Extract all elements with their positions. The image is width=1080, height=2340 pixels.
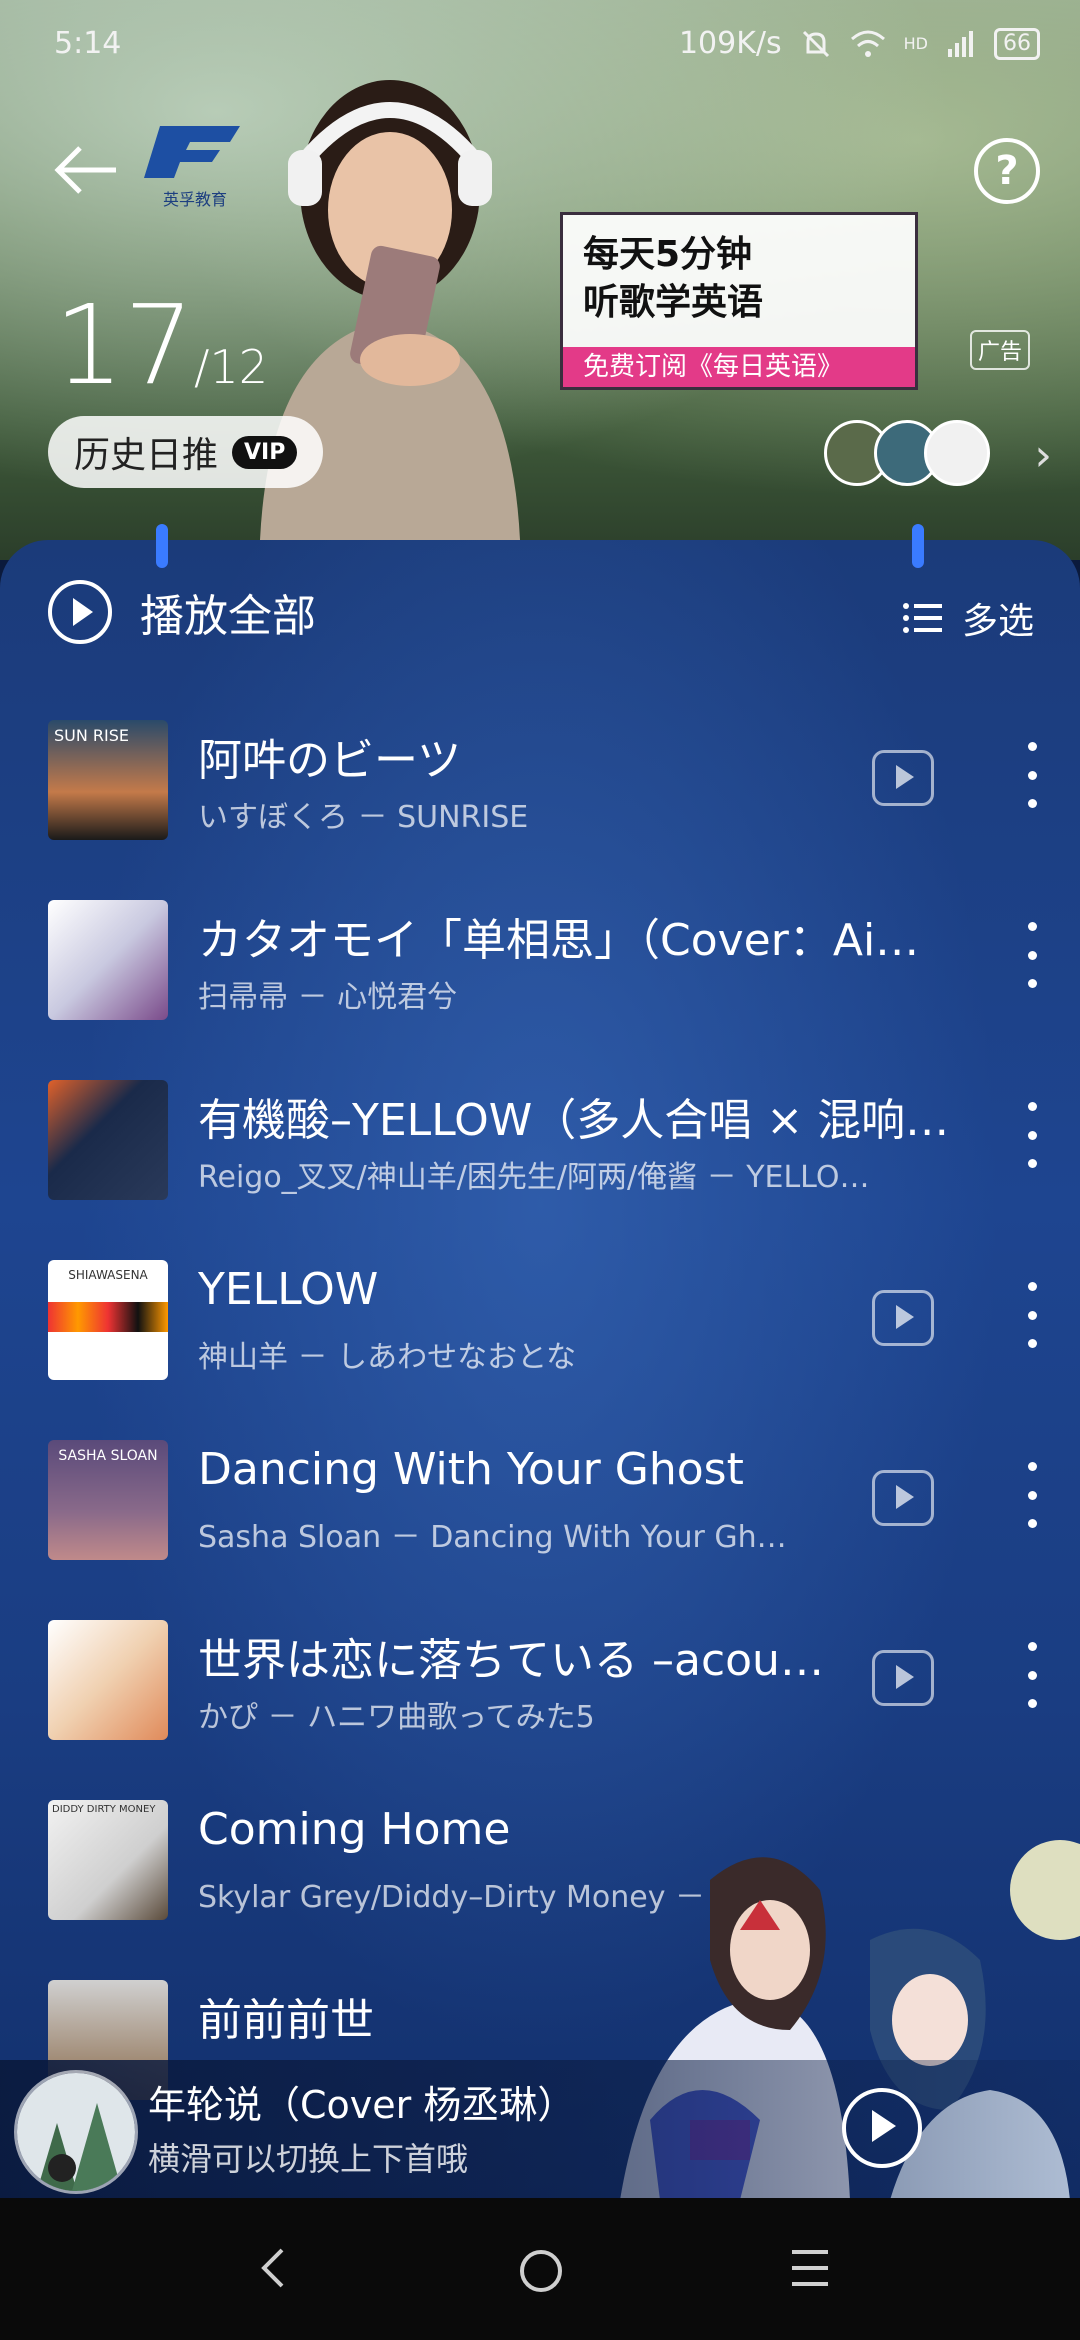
song-subtitle: 神山羊 － しあわせなおとな xyxy=(198,1340,577,1375)
status-time: 5:14 xyxy=(54,26,122,61)
mv-play-button[interactable] xyxy=(872,750,934,806)
mv-play-button[interactable] xyxy=(872,1650,934,1706)
song-row[interactable]: SHIAWASENA YELLOW 神山羊 － しあわせなおとな xyxy=(0,1260,1080,1440)
bell-mute-icon xyxy=(802,30,829,57)
song-row[interactable]: 有機酸–YELLOW（多人合唱 × 混响… Reigo_叉叉/神山羊/困先生/阿… xyxy=(0,1080,1080,1260)
mini-player-title: 年轮说（Cover 杨丞琳） xyxy=(148,2083,576,2127)
song-title: Dancing With Your Ghost xyxy=(198,1444,744,1495)
more-options-icon[interactable] xyxy=(1022,742,1042,808)
play-all-label: 播放全部 xyxy=(140,591,316,642)
nav-back-icon[interactable] xyxy=(258,2246,288,2290)
song-title: 有機酸–YELLOW（多人合唱 × 混响… xyxy=(198,1095,950,1146)
song-title: YELLOW xyxy=(198,1264,379,1315)
album-cover: SHIAWASENA xyxy=(48,1260,168,1380)
mini-cover-art xyxy=(17,2073,135,2191)
multi-select-button[interactable]: 多选 xyxy=(902,592,1034,644)
song-subtitle: Sasha Sloan － Dancing With Your Gh… xyxy=(198,1520,787,1555)
song-title: 世界は恋に落ちている –acou… xyxy=(198,1635,824,1686)
song-subtitle: いすぼくろ － SUNRISE xyxy=(198,800,529,835)
album-cover: SASHA SLOAN xyxy=(48,1440,168,1560)
play-all-button[interactable]: 播放全部 xyxy=(48,580,316,644)
system-nav-bar xyxy=(0,2198,1080,2340)
cover-text: SUN RISE xyxy=(54,726,130,745)
cover-text: SASHA SLOAN xyxy=(58,1448,158,1464)
song-row[interactable]: SUN RISE 阿吽のビーツ いすぼくろ － SUNRISE xyxy=(0,720,1080,900)
ad-cta[interactable]: 免费订阅《每日英语》 xyxy=(563,347,915,387)
ad-banner[interactable]: 每天5分钟 听歌学英语 免费订阅《每日英语》 xyxy=(560,212,918,390)
mv-play-button[interactable] xyxy=(872,1470,934,1526)
history-label: 历史日推 xyxy=(74,435,219,476)
mini-play-button[interactable] xyxy=(842,2088,922,2168)
mini-player[interactable]: 年轮说（Cover 杨丞琳） 横滑可以切换上下首哦 xyxy=(0,2060,1080,2198)
panel-handle-left xyxy=(156,524,168,568)
album-cover xyxy=(48,1080,168,1200)
ad-tag: 广告 xyxy=(969,330,1030,370)
cover-art-band xyxy=(48,1302,168,1332)
ad-line-2: 听歌学英语 xyxy=(583,282,764,323)
nav-home-icon[interactable] xyxy=(520,2250,562,2292)
play-circle-icon xyxy=(48,580,112,644)
song-row[interactable]: SASHA SLOAN Dancing With Your Ghost Sash… xyxy=(0,1440,1080,1620)
vip-badge: VIP xyxy=(232,435,298,469)
song-title: カタオモイ「单相思」（Cover：Ai… xyxy=(198,915,920,966)
more-options-icon[interactable] xyxy=(1022,1462,1042,1528)
listener-avatars[interactable] xyxy=(824,420,990,486)
mv-play-button[interactable] xyxy=(872,1290,934,1346)
help-button[interactable]: ? xyxy=(974,138,1040,204)
song-row[interactable]: 世界は恋に落ちている –acou… かぴ － ハニワ曲歌ってみた5 xyxy=(0,1620,1080,1800)
history-recommend-button[interactable]: 历史日推 VIP xyxy=(48,416,324,488)
avatar xyxy=(924,420,990,486)
net-speed: 109K/s xyxy=(678,26,782,61)
list-icon xyxy=(902,603,942,633)
mini-player-cover xyxy=(14,2070,138,2194)
date-month: /12 xyxy=(193,340,269,394)
hd-label: HD xyxy=(903,34,928,53)
date-display: 17/12 xyxy=(54,290,268,422)
wifi-icon xyxy=(850,30,885,57)
more-options-icon[interactable] xyxy=(1022,1642,1042,1708)
more-options-icon[interactable] xyxy=(1022,1102,1042,1168)
song-title: 阿吽のビーツ xyxy=(198,735,462,786)
album-cover: DIDDY DIRTY MONEY xyxy=(48,1800,168,1920)
more-options-icon[interactable] xyxy=(1022,922,1042,988)
song-subtitle: Reigo_叉叉/神山羊/困先生/阿两/俺酱 － YELLO… xyxy=(198,1160,870,1195)
date-day: 17 xyxy=(54,281,194,409)
battery-icon: 66 xyxy=(994,27,1040,60)
cover-text: DIDDY DIRTY MONEY xyxy=(52,1804,156,1815)
cover-text: SHIAWASENA xyxy=(68,1268,148,1282)
header-banner: 5:14 109K/s HD 66 英孚教育 ? 每天5分钟 听歌学英语 免费订… xyxy=(0,0,1080,560)
status-bar: 5:14 109K/s HD 66 xyxy=(0,0,1080,92)
signal-icon xyxy=(948,30,973,57)
ef-brand-logo: 英孚教育 xyxy=(140,122,250,209)
album-cover xyxy=(48,900,168,1020)
ad-line-1: 每天5分钟 xyxy=(583,234,753,275)
status-icons: 109K/s HD 66 xyxy=(679,26,1040,61)
album-cover: SUN RISE xyxy=(48,720,168,840)
panel-handle-right xyxy=(912,524,924,568)
song-row[interactable]: カタオモイ「单相思」（Cover：Ai… 扫帚帚 － 心悦君兮 xyxy=(0,900,1080,1080)
multi-select-label: 多选 xyxy=(961,601,1034,642)
back-arrow-icon[interactable] xyxy=(50,140,120,200)
song-subtitle: 扫帚帚 － 心悦君兮 xyxy=(198,980,458,1015)
song-subtitle: かぴ － ハニワ曲歌ってみた5 xyxy=(198,1700,595,1735)
mini-player-hint: 横滑可以切换上下首哦 xyxy=(148,2140,469,2178)
chevron-right-icon[interactable]: › xyxy=(1034,430,1052,481)
album-cover xyxy=(48,1620,168,1740)
more-options-icon[interactable] xyxy=(1022,1282,1042,1348)
nav-menu-icon[interactable] xyxy=(792,2250,828,2286)
ef-brand-subtitle: 英孚教育 xyxy=(162,190,227,209)
